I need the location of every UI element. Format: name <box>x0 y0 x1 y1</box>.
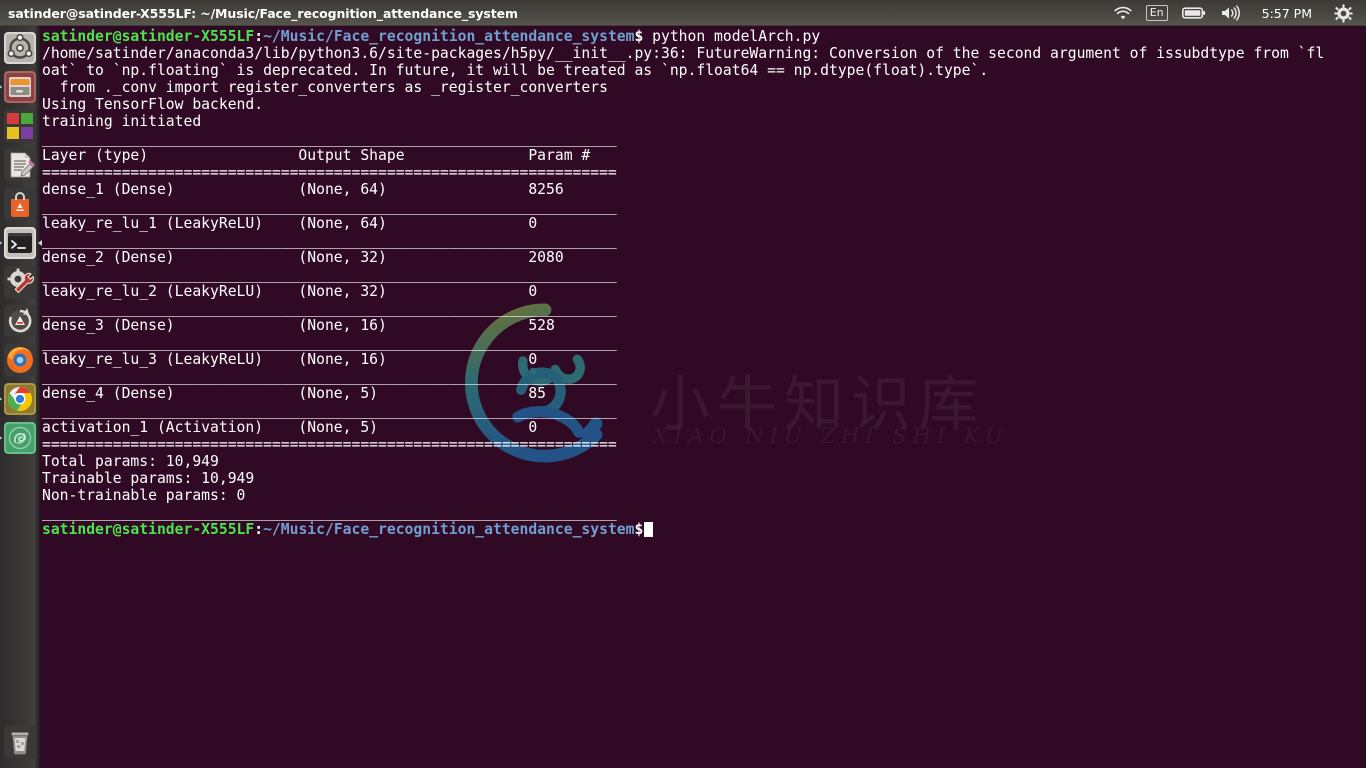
launcher-item-dash-home[interactable] <box>3 31 37 65</box>
ubuntu-dash-icon <box>4 32 36 64</box>
ubuntu-software-bag-icon <box>4 188 36 220</box>
launcher-item-workspace-switcher[interactable] <box>3 109 37 143</box>
wifi-icon[interactable] <box>1107 0 1139 26</box>
workspace-switcher-icon <box>4 110 36 142</box>
volume-icon[interactable] <box>1213 0 1247 26</box>
top-panel[interactable]: satinder@satinder-X555LF: ~/Music/Face_r… <box>0 0 1366 26</box>
text-editor-icon <box>4 149 36 181</box>
clock-indicator[interactable]: 5:57 PM <box>1247 0 1327 26</box>
terminal-body[interactable]: satinder@satinder-X555LF:~/Music/Face_re… <box>40 26 1366 768</box>
system-menu-gear-icon[interactable] <box>1327 0 1360 26</box>
launcher-item-ubuntu-software[interactable] <box>3 187 37 221</box>
keyboard-layout-indicator[interactable]: En <box>1139 0 1175 26</box>
battery-icon[interactable] <box>1175 0 1213 26</box>
terminal-cursor <box>644 522 654 537</box>
terminal-icon <box>4 227 36 259</box>
keyboard-layout-label: En <box>1145 5 1168 21</box>
launcher-item-trash[interactable] <box>3 725 37 759</box>
unity-launcher[interactable] <box>0 26 40 768</box>
launcher-item-firefox[interactable] <box>3 343 37 377</box>
panel-indicator-area[interactable]: En 5:57 PM <box>1107 0 1366 26</box>
files-cabinet-icon <box>4 71 36 103</box>
desktop-screen: 小牛知识库 XIAO NIU ZHI SHI KU satinder@satin… <box>0 0 1366 768</box>
launcher-item-files[interactable] <box>3 70 37 104</box>
launcher-item-software-updater[interactable] <box>3 304 37 338</box>
launcher-item-anaconda-navigator[interactable] <box>3 421 37 455</box>
system-settings-gear-wrench-icon <box>4 266 36 298</box>
terminal-window[interactable]: 小牛知识库 XIAO NIU ZHI SHI KU satinder@satin… <box>40 26 1366 768</box>
firefox-icon <box>4 344 36 376</box>
google-chrome-icon <box>4 383 36 415</box>
clock-label: 5:57 PM <box>1261 5 1312 21</box>
terminal-output-text: satinder@satinder-X555LF:~/Music/Face_re… <box>42 28 1325 538</box>
launcher-item-terminal[interactable] <box>3 226 37 260</box>
trash-bin-icon <box>4 726 36 758</box>
launcher-item-google-chrome[interactable] <box>3 382 37 416</box>
panel-window-title: satinder@satinder-X555LF: ~/Music/Face_r… <box>8 5 518 21</box>
launcher-item-text-editor[interactable] <box>3 148 37 182</box>
anaconda-icon <box>4 422 36 454</box>
launcher-item-system-settings[interactable] <box>3 265 37 299</box>
software-updater-icon <box>4 305 36 337</box>
